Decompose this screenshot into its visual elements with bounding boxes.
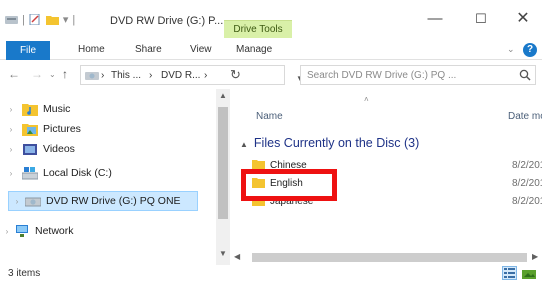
column-header-date[interactable]: Date mo xyxy=(508,111,542,122)
breadcrumb-separator[interactable]: › xyxy=(204,70,207,81)
toolbar-separator-2: | xyxy=(72,13,76,26)
nav-item-label: Music xyxy=(43,103,71,115)
nav-scrollbar-thumb[interactable] xyxy=(218,107,228,219)
nav-item-music[interactable]: › Music xyxy=(0,99,216,119)
item-count: 3 items xyxy=(8,268,41,279)
search-input[interactable]: Search DVD RW Drive (G:) PQ ... xyxy=(300,65,536,85)
dvd-drive-icon xyxy=(25,197,41,207)
music-folder-icon xyxy=(22,104,38,116)
expand-chevron-icon[interactable]: › xyxy=(0,105,22,114)
back-button[interactable]: ← xyxy=(8,67,20,81)
quick-access-toolbar: | ▾ | xyxy=(5,13,75,26)
expand-chevron-icon[interactable]: › xyxy=(0,145,22,154)
nav-item-label: Videos xyxy=(43,143,75,155)
large-icons-view-icon[interactable] xyxy=(522,268,536,279)
column-header-name[interactable]: Name xyxy=(256,111,283,122)
breadcrumb-this-pc[interactable]: This ... xyxy=(111,70,141,81)
breadcrumb-separator[interactable]: › xyxy=(149,70,152,81)
collapse-group-icon[interactable]: ▲ xyxy=(240,140,248,149)
expand-ribbon-icon[interactable]: ⌄ xyxy=(507,44,515,55)
search-icon[interactable] xyxy=(519,69,531,81)
expand-chevron-icon[interactable]: › xyxy=(0,227,14,236)
highlight-box xyxy=(241,169,337,201)
toolbar-separator: | xyxy=(22,13,25,26)
tab-file[interactable]: File xyxy=(6,41,50,60)
navigation-bar: ← → ⌄ ↑ › This ... › DVD R... › ▼ ↻ Sear… xyxy=(0,61,542,89)
tab-manage[interactable]: Manage xyxy=(236,44,272,55)
navigation-pane: › Music › Pictures › Videos › Local Disk… xyxy=(0,89,230,265)
window-title: DVD RW Drive (G:) P... xyxy=(110,15,224,27)
file-date: 8/2/2016 xyxy=(512,196,542,207)
breadcrumb-dvd-drive[interactable]: DVD R... xyxy=(161,70,200,81)
help-button[interactable]: ? xyxy=(523,43,537,57)
customize-qat-icon[interactable]: ▾ xyxy=(63,13,69,26)
file-date: 8/2/2016 xyxy=(512,160,542,171)
nav-pane-scrollbar[interactable]: ▲ ▼ xyxy=(216,89,230,265)
nav-item-label: DVD RW Drive (G:) PQ ONE xyxy=(46,195,181,207)
nav-item-dvd-drive[interactable]: › DVD RW Drive (G:) PQ ONE xyxy=(8,191,198,211)
address-bar[interactable]: › This ... › DVD R... › ▼ xyxy=(80,65,304,85)
refresh-icon[interactable]: ↻ xyxy=(230,67,241,83)
ribbon-tab-bar: File Home Share View Manage ⌄ ? xyxy=(0,38,542,60)
tab-view[interactable]: View xyxy=(190,44,212,55)
status-bar: 3 items xyxy=(0,265,542,282)
new-folder-icon[interactable] xyxy=(45,14,59,25)
nav-item-label: Local Disk (C:) xyxy=(43,167,112,179)
nav-item-network[interactable]: › Network xyxy=(0,221,216,241)
drive-tools-contextual-tab[interactable]: Drive Tools xyxy=(224,20,292,38)
properties-icon[interactable] xyxy=(29,14,42,25)
close-button[interactable]: ✕ xyxy=(504,6,542,32)
pictures-folder-icon xyxy=(22,124,38,136)
file-date: 8/2/2016 xyxy=(512,178,542,189)
tab-home[interactable]: Home xyxy=(78,44,105,55)
group-header[interactable]: ▲ Files Currently on the Disc (3) xyxy=(240,136,419,150)
nav-item-local-disk[interactable]: › Local Disk (C:) xyxy=(0,163,216,183)
expand-chevron-icon[interactable]: › xyxy=(9,197,25,206)
maximize-button[interactable]: ☐ xyxy=(458,6,504,32)
network-icon xyxy=(16,225,28,237)
expand-chevron-icon[interactable]: › xyxy=(0,125,22,134)
nav-item-videos[interactable]: › Videos xyxy=(0,139,216,159)
videos-folder-icon xyxy=(23,144,37,155)
nav-item-label: Pictures xyxy=(43,123,81,135)
nav-item-pictures[interactable]: › Pictures xyxy=(0,119,216,139)
breadcrumb-separator[interactable]: › xyxy=(101,70,104,81)
scroll-left-icon[interactable]: ◀ xyxy=(234,252,240,261)
minimize-button[interactable]: — xyxy=(412,6,458,32)
tab-share[interactable]: Share xyxy=(135,44,162,55)
expand-chevron-icon[interactable]: › xyxy=(0,169,22,178)
search-placeholder: Search DVD RW Drive (G:) PQ ... xyxy=(307,70,457,81)
drive-app-icon[interactable] xyxy=(5,14,18,25)
nav-item-label: Network xyxy=(35,225,74,237)
horizontal-scrollbar[interactable]: ◀ ▶ xyxy=(232,249,542,265)
local-disk-icon xyxy=(22,167,38,180)
horizontal-scrollbar-thumb[interactable] xyxy=(252,253,527,262)
recent-locations-icon[interactable]: ⌄ xyxy=(49,70,56,79)
title-bar: | ▾ | DVD RW Drive (G:) P... Drive Tools… xyxy=(0,0,542,38)
group-header-label: Files Currently on the Disc (3) xyxy=(253,136,420,150)
up-button[interactable]: ↑ xyxy=(62,67,68,81)
details-view-button[interactable] xyxy=(502,266,517,280)
scroll-down-icon[interactable]: ▼ xyxy=(219,249,227,258)
sort-indicator-icon: ˄ xyxy=(364,95,369,104)
dvd-drive-icon xyxy=(85,72,99,80)
details-view-icon xyxy=(504,268,515,278)
scroll-up-icon[interactable]: ▲ xyxy=(219,91,227,100)
scroll-right-icon[interactable]: ▶ xyxy=(532,252,538,261)
forward-button[interactable]: → xyxy=(31,67,43,81)
